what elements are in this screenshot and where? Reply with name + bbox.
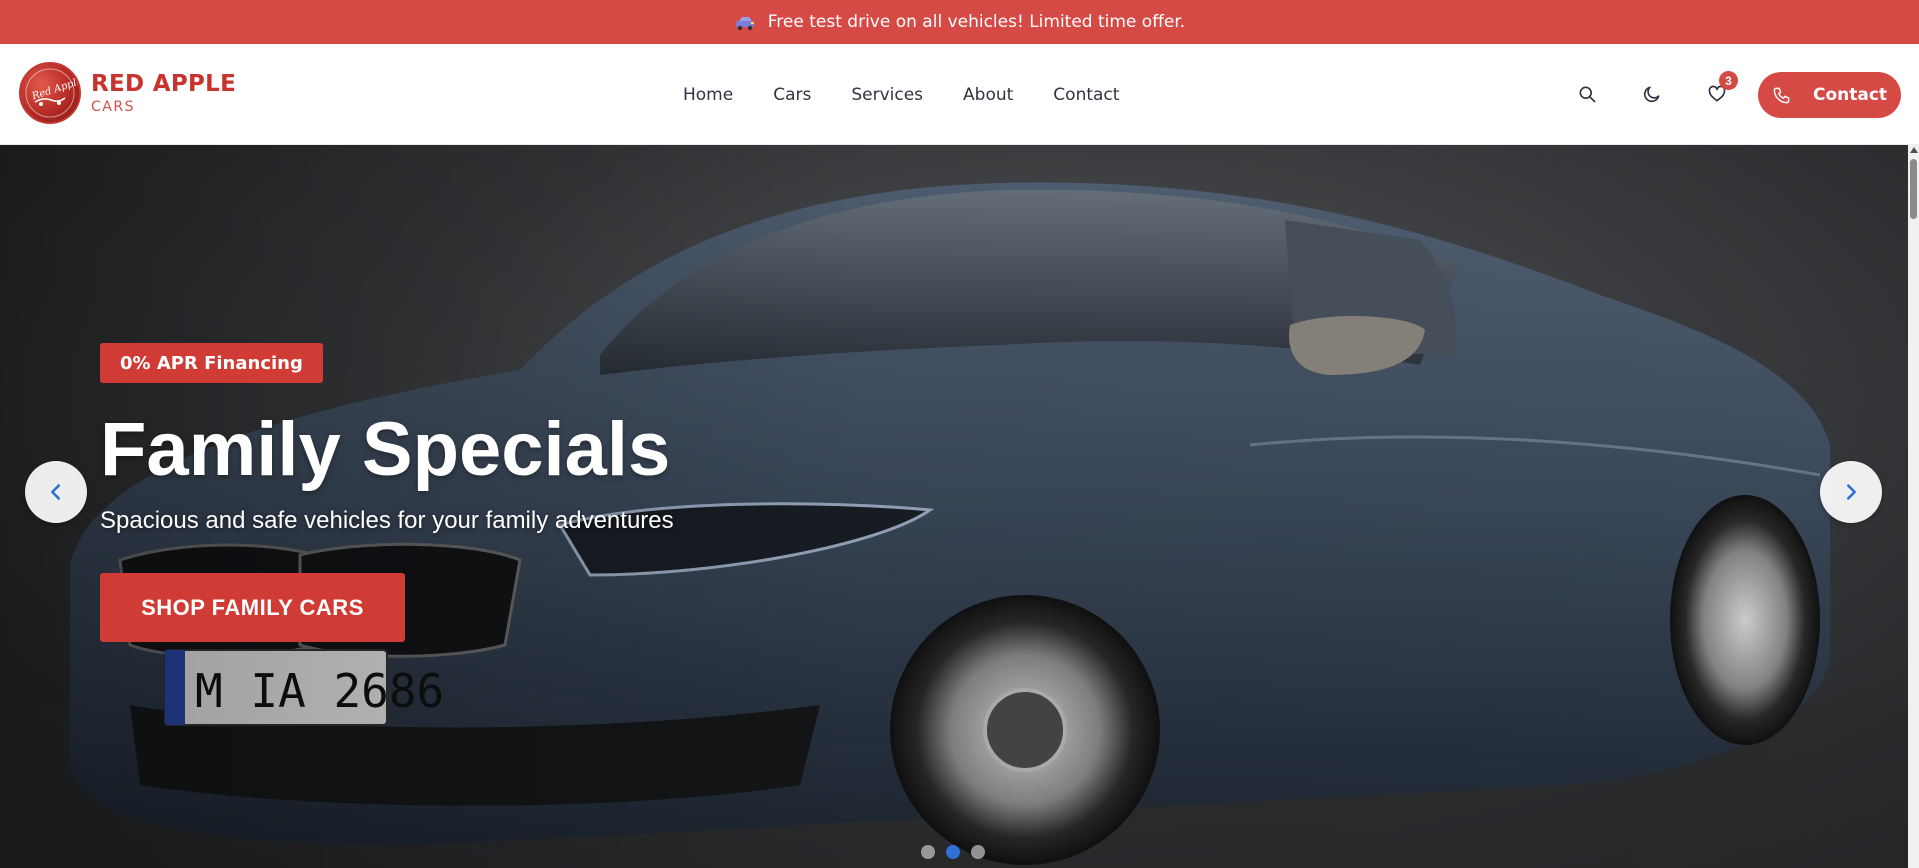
announcement-text: Free test drive on all vehicles! Limited… bbox=[767, 12, 1186, 32]
brand-name: RED APPLE bbox=[91, 71, 237, 97]
nav-services[interactable]: Services bbox=[851, 85, 923, 105]
car-icon bbox=[734, 15, 756, 31]
phone-icon bbox=[1773, 87, 1790, 103]
nav-contact[interactable]: Contact bbox=[1053, 85, 1119, 105]
contact-button-label: Contact bbox=[1812, 85, 1888, 105]
search-icon bbox=[1579, 86, 1596, 103]
logo-emblem: Red Apple bbox=[19, 62, 81, 124]
slide-indicators bbox=[921, 845, 996, 859]
main-nav: Home Cars Services About Contact bbox=[683, 44, 1159, 145]
next-slide-button[interactable] bbox=[1820, 461, 1882, 523]
scroll-up-arrow[interactable] bbox=[1910, 147, 1918, 153]
svg-text:Red Apple: Red Apple bbox=[30, 76, 79, 103]
promo-badge: 0% APR Financing bbox=[100, 343, 323, 383]
slide-dot-2[interactable] bbox=[946, 845, 960, 859]
nav-home[interactable]: Home bbox=[683, 85, 733, 105]
scroll-thumb[interactable] bbox=[1910, 159, 1917, 219]
wishlist-button[interactable]: 3 bbox=[1702, 71, 1738, 109]
hero-title: Family Specials bbox=[100, 407, 671, 492]
slide-dot-1[interactable] bbox=[921, 845, 935, 859]
hero-slider: M IA 2686 0% APR Financing Family Specia… bbox=[0, 145, 1908, 868]
nav-cars[interactable]: Cars bbox=[773, 85, 811, 105]
chevron-right-icon bbox=[1846, 484, 1856, 500]
theme-toggle-button[interactable] bbox=[1637, 79, 1667, 109]
shop-family-cars-button[interactable]: SHOP FAMILY CARS bbox=[100, 573, 405, 642]
wishlist-count-badge: 3 bbox=[1719, 71, 1738, 90]
site-header: Red Apple RED APPLE CARS Home Cars Servi… bbox=[0, 44, 1919, 145]
nav-about[interactable]: About bbox=[963, 85, 1013, 105]
prev-slide-button[interactable] bbox=[25, 461, 87, 523]
announcement-bar: Free test drive on all vehicles! Limited… bbox=[0, 0, 1919, 44]
slide-dot-3[interactable] bbox=[971, 845, 985, 859]
hero-subtitle: Spacious and safe vehicles for your fami… bbox=[100, 507, 674, 534]
chevron-left-icon bbox=[51, 484, 61, 500]
page-scrollbar[interactable] bbox=[1908, 145, 1919, 868]
brand-subtitle: CARS bbox=[91, 99, 135, 115]
contact-button[interactable]: Contact bbox=[1758, 72, 1901, 118]
search-button[interactable] bbox=[1572, 79, 1602, 109]
moon-icon bbox=[1643, 86, 1660, 103]
brand-logo[interactable]: Red Apple RED APPLE CARS bbox=[19, 62, 236, 124]
